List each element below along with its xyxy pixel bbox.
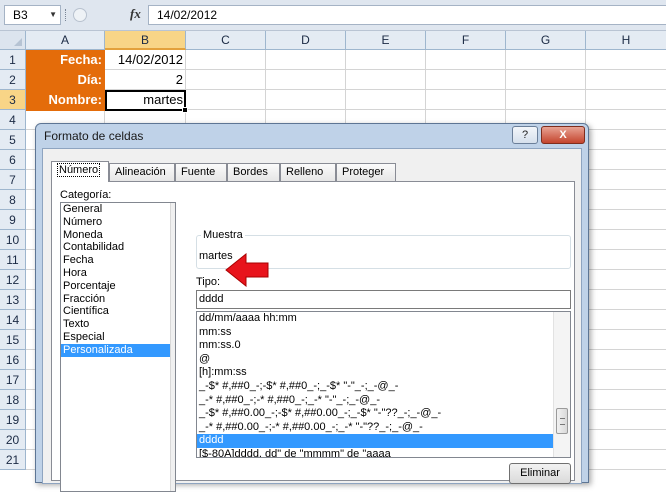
row-header-20[interactable]: 20 xyxy=(0,430,26,450)
row-header-6[interactable]: 6 xyxy=(0,150,26,170)
muestra-label: Muestra xyxy=(201,229,245,241)
format-type-list[interactable]: dd/mm/aaaa hh:mm mm:ss mm:ss.0 @ [h]:mm:ss _-… xyxy=(196,311,571,458)
category-list-scrollbar[interactable] xyxy=(170,203,175,491)
close-button[interactable]: X xyxy=(541,126,585,144)
dialog-body: Número Alineación Fuente Bordes Relleno … xyxy=(42,148,582,492)
tab-relleno[interactable]: Relleno xyxy=(280,163,336,181)
red-arrow-icon xyxy=(225,253,269,287)
chevron-down-icon[interactable]: ▼ xyxy=(49,6,57,24)
tab-label: Alineación xyxy=(115,166,166,178)
tipo-input[interactable]: dddd xyxy=(196,290,571,309)
format-item[interactable]: mm:ss xyxy=(197,326,554,340)
format-item[interactable]: _-* #,##0_-;-* #,##0_-;_-* "-"_-;_-@_- xyxy=(197,394,554,408)
category-item[interactable]: Porcentaje xyxy=(61,280,175,293)
category-item[interactable]: Número xyxy=(61,216,175,229)
row-header-18[interactable]: 18 xyxy=(0,390,26,410)
row-header-15[interactable]: 15 xyxy=(0,330,26,350)
dialog-title: Formato de celdas xyxy=(44,129,144,143)
category-item[interactable]: Fracción xyxy=(61,293,175,306)
tab-numero[interactable]: Número xyxy=(51,161,109,182)
column-header-a[interactable]: A xyxy=(26,31,105,50)
column-header-e[interactable]: E xyxy=(346,31,426,50)
format-item[interactable]: _-$* #,##0.00_-;-$* #,##0.00_-;_-$* "-"?… xyxy=(197,407,554,421)
category-item[interactable]: Contabilidad xyxy=(61,241,175,254)
category-item[interactable]: Personalizada xyxy=(61,343,175,357)
format-item[interactable]: [$-80A]dddd, dd" de "mmmm" de "aaaa xyxy=(197,448,554,457)
format-item[interactable]: _-* #,##0.00_-;-* #,##0.00_-;_-* "-"??_-… xyxy=(197,421,554,435)
category-item[interactable]: General xyxy=(61,203,175,216)
category-item[interactable]: Hora xyxy=(61,267,175,280)
cell-b2[interactable]: 2 xyxy=(105,70,186,91)
row-header-7[interactable]: 7 xyxy=(0,170,26,190)
row-header-2[interactable]: 2 xyxy=(0,70,26,90)
name-box-value: B3 xyxy=(13,8,28,22)
row-header-10[interactable]: 10 xyxy=(0,230,26,250)
tab-proteger[interactable]: Proteger xyxy=(336,163,396,181)
insert-function-icon[interactable]: fx xyxy=(130,6,141,22)
formula-bar-splitter[interactable] xyxy=(65,9,67,21)
row-header-9[interactable]: 9 xyxy=(0,210,26,230)
formula-input[interactable]: 14/02/2012 xyxy=(148,5,666,25)
eliminar-button[interactable]: Eliminar xyxy=(509,463,571,484)
format-item[interactable]: _-$* #,##0_-;-$* #,##0_-;_-$* "-"_-;_-@_… xyxy=(197,380,554,394)
row-header-5[interactable]: 5 xyxy=(0,130,26,150)
column-header-f[interactable]: F xyxy=(426,31,506,50)
tab-alineacion[interactable]: Alineación xyxy=(109,163,175,181)
category-item[interactable]: Científica xyxy=(61,305,175,318)
scrollbar-thumb[interactable] xyxy=(556,408,568,434)
format-item[interactable]: dd/mm/aaaa hh:mm xyxy=(197,312,554,326)
row-header-11[interactable]: 11 xyxy=(0,250,26,270)
category-item[interactable]: Fecha xyxy=(61,254,175,267)
column-header-g[interactable]: G xyxy=(506,31,586,50)
formula-bar: B3 ▼ fx 14/02/2012 xyxy=(0,0,666,31)
format-item[interactable]: dddd xyxy=(197,434,554,448)
column-header-h[interactable]: H xyxy=(586,31,666,50)
categoria-label: Categoría: xyxy=(60,189,112,201)
active-cell-border xyxy=(105,90,186,111)
row-header-13[interactable]: 13 xyxy=(0,290,26,310)
category-item[interactable]: Especial xyxy=(61,331,175,344)
cell-b1[interactable]: 14/02/2012 xyxy=(105,50,186,71)
row-header-3[interactable]: 3 xyxy=(0,90,26,110)
fill-handle[interactable] xyxy=(182,107,188,113)
row-header-12[interactable]: 12 xyxy=(0,270,26,290)
column-header-c[interactable]: C xyxy=(186,31,266,50)
row-header-4[interactable]: 4 xyxy=(0,110,26,130)
tipo-label: Tipo: xyxy=(196,276,221,288)
formula-bar-grip-icon xyxy=(73,8,87,22)
column-header-b[interactable]: B xyxy=(105,31,186,50)
row-header-1[interactable]: 1 xyxy=(0,50,26,70)
category-item[interactable]: Moneda xyxy=(61,229,175,242)
format-item[interactable]: [h]:mm:ss xyxy=(197,366,554,380)
category-item[interactable]: Texto xyxy=(61,318,175,331)
row-header-19[interactable]: 19 xyxy=(0,410,26,430)
row-header-17[interactable]: 17 xyxy=(0,370,26,390)
select-all-corner[interactable] xyxy=(0,31,26,50)
format-item[interactable]: mm:ss.0 xyxy=(197,339,554,353)
help-button[interactable]: ? xyxy=(512,126,538,144)
cell-a1[interactable]: Fecha: xyxy=(26,50,105,71)
cell-a2[interactable]: Día: xyxy=(26,70,105,91)
row-header-21[interactable]: 21 xyxy=(0,450,26,470)
tab-fuente[interactable]: Fuente xyxy=(175,163,227,181)
format-item[interactable]: @ xyxy=(197,353,554,367)
row-header-14[interactable]: 14 xyxy=(0,310,26,330)
category-list[interactable]: General Número Moneda Contabilidad Fecha Hora… xyxy=(60,202,176,492)
tab-label: Bordes xyxy=(233,166,268,178)
cell-a3[interactable]: Nombre: xyxy=(26,90,105,111)
name-box[interactable]: B3 ▼ xyxy=(4,5,61,25)
format-list-scrollbar[interactable] xyxy=(553,312,570,457)
tab-label: Número xyxy=(57,163,101,177)
tab-label: Fuente xyxy=(181,166,216,178)
format-cells-dialog: Formato de celdas ? X Número Alineación … xyxy=(35,123,589,492)
row-header-16[interactable]: 16 xyxy=(0,350,26,370)
row-header-8[interactable]: 8 xyxy=(0,190,26,210)
tab-bordes[interactable]: Bordes xyxy=(227,163,280,181)
tab-label: Proteger xyxy=(342,166,385,178)
column-header-d[interactable]: D xyxy=(266,31,346,50)
tab-label: Relleno xyxy=(286,166,324,178)
